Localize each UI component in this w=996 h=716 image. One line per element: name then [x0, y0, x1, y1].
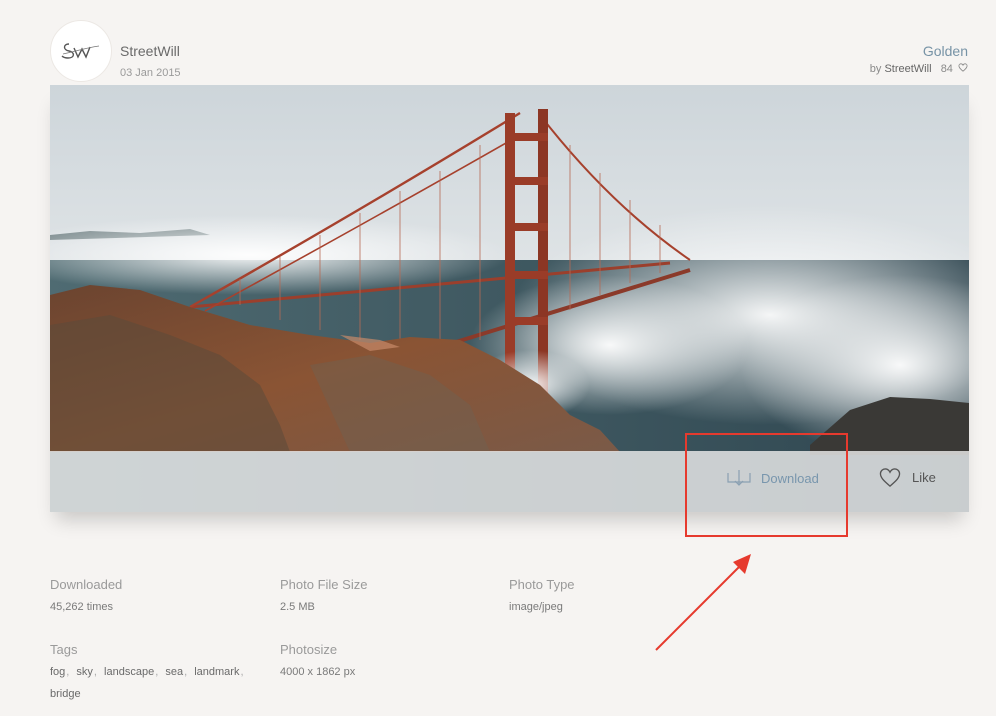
heart-icon	[879, 468, 901, 487]
streetwill-logo-icon	[61, 43, 100, 59]
file-size-value: 2.5 MB	[280, 601, 315, 613]
like-count: 84	[940, 63, 953, 75]
file-size-label: Photo File Size	[280, 577, 368, 592]
photosize-label: Photosize	[280, 642, 338, 657]
tag-link[interactable]: landmark	[194, 666, 239, 678]
tag-link[interactable]: sea	[165, 666, 183, 678]
author-avatar[interactable]	[50, 20, 112, 82]
tag-link[interactable]: sky	[76, 666, 93, 678]
annotation-highlight-box	[685, 433, 848, 537]
tag-link[interactable]: fog	[50, 666, 65, 678]
downloaded-value: 45,262 times	[50, 601, 113, 613]
photo-byline: by StreetWill 84	[870, 63, 968, 75]
downloaded-label: Downloaded	[50, 577, 123, 592]
byline-author-link[interactable]: StreetWill	[884, 63, 931, 75]
photo-type-value: image/jpeg	[509, 601, 563, 613]
like-label: Like	[912, 470, 936, 485]
tag-link[interactable]: bridge	[50, 688, 81, 700]
tags-list: fog, sky, landscape, sea, landmark, brid…	[50, 666, 244, 700]
photo-type-label: Photo Type	[509, 577, 575, 592]
author-name[interactable]: StreetWill	[120, 43, 180, 59]
like-button[interactable]: Like	[878, 467, 936, 488]
tag-link[interactable]: landscape	[104, 666, 154, 678]
photo-title[interactable]: Golden	[923, 43, 968, 59]
photo-page: StreetWill 03 Jan 2015 Golden by StreetW…	[0, 0, 996, 716]
post-date: 03 Jan 2015	[120, 67, 181, 79]
annotation-arrow-icon	[655, 554, 751, 651]
by-prefix: by	[869, 63, 882, 75]
photosize-value: 4000 x 1862 px	[280, 666, 356, 678]
tags-label: Tags	[50, 642, 78, 657]
heart-icon	[958, 63, 968, 72]
